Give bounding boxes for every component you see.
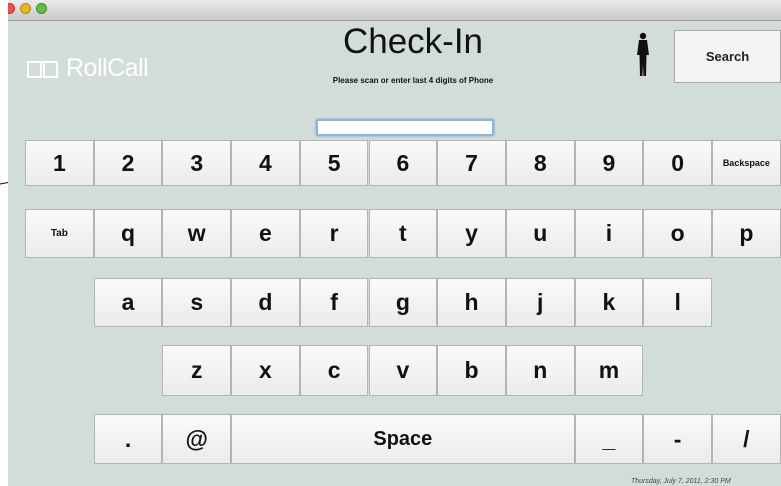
key-y[interactable]: y	[437, 209, 506, 258]
key-v[interactable]: v	[368, 345, 438, 396]
key-0[interactable]: 0	[643, 140, 712, 186]
close-dot[interactable]	[8, 3, 15, 14]
person-icon[interactable]	[636, 32, 650, 78]
key-1[interactable]: 1	[25, 140, 94, 186]
key-3[interactable]: 3	[162, 140, 232, 186]
key-space[interactable]: Space	[231, 414, 575, 464]
key-at[interactable]: @	[162, 414, 232, 464]
key-period[interactable]: .	[93, 414, 163, 464]
key-6[interactable]: 6	[368, 140, 438, 186]
zoom-dot[interactable]	[36, 3, 47, 14]
key-p[interactable]: p	[712, 209, 781, 258]
key-backspace[interactable]: Backspace	[712, 140, 781, 186]
key-m[interactable]: m	[574, 345, 644, 396]
key-5[interactable]: 5	[299, 140, 369, 186]
key-r[interactable]: r	[299, 209, 369, 258]
key-l[interactable]: l	[643, 278, 712, 327]
key-h[interactable]: h	[437, 278, 506, 327]
key-tab[interactable]: Tab	[25, 209, 94, 258]
key-x[interactable]: x	[231, 345, 300, 396]
search-button[interactable]: Search	[674, 30, 781, 83]
footer-datetime: Thursday, July 7, 2011, 2:30 PM	[631, 478, 731, 485]
key-2[interactable]: 2	[93, 140, 163, 186]
key-z[interactable]: z	[162, 345, 232, 396]
key-g[interactable]: g	[368, 278, 438, 327]
key-a[interactable]: a	[93, 278, 163, 327]
key-e[interactable]: e	[231, 209, 300, 258]
rollcall-logo: RollCall	[26, 54, 149, 83]
key-b[interactable]: b	[437, 345, 506, 396]
page-title: Check-In	[342, 22, 484, 61]
rollcall-logo-icon	[27, 60, 58, 78]
key-9[interactable]: 9	[574, 140, 644, 186]
key-underscore[interactable]: _	[574, 414, 644, 464]
key-d[interactable]: d	[231, 278, 300, 327]
phone-entry-field[interactable]	[316, 119, 494, 136]
key-i[interactable]: i	[574, 209, 644, 258]
key-c[interactable]: c	[299, 345, 369, 396]
key-n[interactable]: n	[505, 345, 575, 396]
key-s[interactable]: s	[162, 278, 232, 327]
key-7[interactable]: 7	[437, 140, 506, 186]
key-t[interactable]: t	[368, 209, 438, 258]
key-u[interactable]: u	[505, 209, 575, 258]
logo-text: RollCall	[66, 54, 149, 82]
key-f[interactable]: f	[299, 278, 369, 327]
app-window: RollCall Check-In Please scan or enter l…	[8, 0, 781, 486]
key-4[interactable]: 4	[231, 140, 300, 186]
title-bar	[8, 0, 781, 21]
key-q[interactable]: q	[93, 209, 163, 258]
key-hyphen[interactable]: -	[643, 414, 712, 464]
key-slash[interactable]: /	[712, 414, 781, 464]
minimize-dot[interactable]	[20, 3, 31, 14]
key-j[interactable]: j	[505, 278, 575, 327]
key-o[interactable]: o	[643, 209, 712, 258]
key-8[interactable]: 8	[505, 140, 575, 186]
key-k[interactable]: k	[574, 278, 644, 327]
key-w[interactable]: w	[162, 209, 232, 258]
page-subtitle: Please scan or enter last 4 digits of Ph…	[332, 76, 494, 85]
